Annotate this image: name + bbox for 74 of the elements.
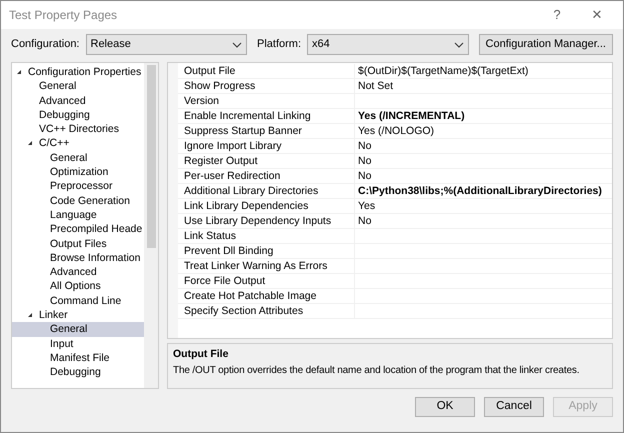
tree-item[interactable]: Input	[12, 336, 144, 351]
tree-item[interactable]: Output Files	[12, 236, 144, 251]
tree-item[interactable]: Debugging	[12, 365, 144, 380]
close-button[interactable]: ✕	[577, 5, 617, 25]
property-value[interactable]	[354, 259, 612, 274]
chevron-icon	[454, 42, 464, 48]
tree-item[interactable]: Configuration Properties	[12, 65, 144, 80]
tree-item[interactable]: Browse Information	[12, 250, 144, 266]
property-value[interactable]	[354, 94, 612, 109]
tree-item[interactable]: C/C++	[12, 136, 144, 151]
configuration-label: Configuration:	[11, 37, 80, 52]
description-title: Output File	[173, 346, 230, 362]
configuration-dropdown[interactable]: Release	[86, 34, 247, 55]
property-name[interactable]: Specify Section Attributes	[178, 304, 354, 319]
caret-icon	[26, 310, 35, 320]
property-name[interactable]: Link Status	[178, 229, 354, 244]
property-name[interactable]: Per-user Redirection	[178, 169, 354, 184]
property-name[interactable]: Use Library Dependency Inputs	[178, 214, 354, 229]
property-value[interactable]: No	[354, 139, 612, 154]
help-button[interactable]: ?	[537, 5, 577, 25]
property-value[interactable]: Yes (/NOLOGO)	[354, 124, 612, 139]
tree-item[interactable]: General	[12, 79, 144, 94]
platform-label: Platform:	[257, 37, 302, 52]
platform-dropdown[interactable]: x64	[307, 34, 469, 55]
dialog-button[interactable]: Cancel	[484, 397, 544, 417]
property-name[interactable]: Create Hot Patchable Image	[178, 289, 354, 304]
description-text: The /OUT option overrides the default name and location of the program that the linker creates.	[173, 364, 580, 378]
property-name[interactable]: Version	[178, 94, 354, 109]
property-value[interactable]: No	[354, 169, 612, 184]
tree-item[interactable]: Precompiled Heade	[12, 222, 144, 237]
property-name[interactable]: Suppress Startup Banner	[178, 124, 354, 139]
property-value[interactable]	[354, 304, 612, 319]
tree-item[interactable]: Command Line	[12, 294, 144, 308]
property-value[interactable]	[354, 289, 612, 304]
tree-item[interactable]: General	[12, 322, 144, 337]
property-name[interactable]: Treat Linker Warning As Errors	[178, 259, 354, 274]
property-name[interactable]: Force File Output	[178, 274, 354, 289]
property-value[interactable]	[354, 274, 612, 289]
property-value[interactable]: No	[354, 214, 612, 229]
scrollbar[interactable]	[144, 63, 158, 388]
property-name[interactable]: Ignore Import Library	[178, 139, 354, 154]
property-value[interactable]	[354, 229, 612, 244]
tree-item[interactable]: All Options	[12, 279, 144, 294]
tree-item[interactable]: Optimization	[12, 165, 144, 180]
tree-item[interactable]: General	[12, 150, 144, 166]
configuration-manager-button[interactable]: Configuration Manager...	[478, 34, 613, 55]
tree-item[interactable]: Advanced	[12, 94, 144, 108]
property-value[interactable]: Yes (/INCREMENTAL)	[354, 109, 612, 124]
property-name[interactable]: Link Library Dependencies	[178, 199, 354, 214]
property-value[interactable]: $(OutDir)$(TargetName)$(TargetExt)	[354, 64, 612, 79]
dialog-button[interactable]: OK	[415, 397, 475, 417]
tree-item[interactable]: Debugging	[12, 108, 144, 122]
property-name[interactable]: Prevent Dll Binding	[178, 244, 354, 259]
tree-item[interactable]: Code Generation	[12, 194, 144, 208]
chevron-icon	[232, 42, 242, 48]
tree-item[interactable]: Language	[12, 208, 144, 222]
tree-item[interactable]: Manifest File	[12, 350, 144, 366]
property-name[interactable]: Enable Incremental Linking	[178, 109, 354, 124]
caret-icon	[15, 68, 24, 77]
property-name[interactable]: Register Output	[178, 154, 354, 169]
tree-item[interactable]: Linker	[12, 308, 144, 322]
property-value[interactable]: C:\Python38\libs;%(AdditionalLibraryDirectories)	[354, 184, 612, 199]
property-name[interactable]: Show Progress	[178, 79, 354, 94]
property-name[interactable]: Output File	[178, 64, 354, 79]
tree-item[interactable]: Advanced	[12, 265, 144, 280]
property-name[interactable]: Additional Library Directories	[178, 184, 354, 199]
tree-item[interactable]: VC++ Directories	[12, 122, 144, 136]
window-title: Test Property Pages	[9, 7, 118, 24]
property-value[interactable]: No	[354, 154, 612, 169]
property-value[interactable]: Yes	[354, 199, 612, 214]
property-value[interactable]: Not Set	[354, 79, 612, 94]
dialog-button: Apply	[553, 397, 613, 417]
tree-item[interactable]: Preprocessor	[12, 179, 144, 194]
property-value[interactable]	[354, 244, 612, 259]
